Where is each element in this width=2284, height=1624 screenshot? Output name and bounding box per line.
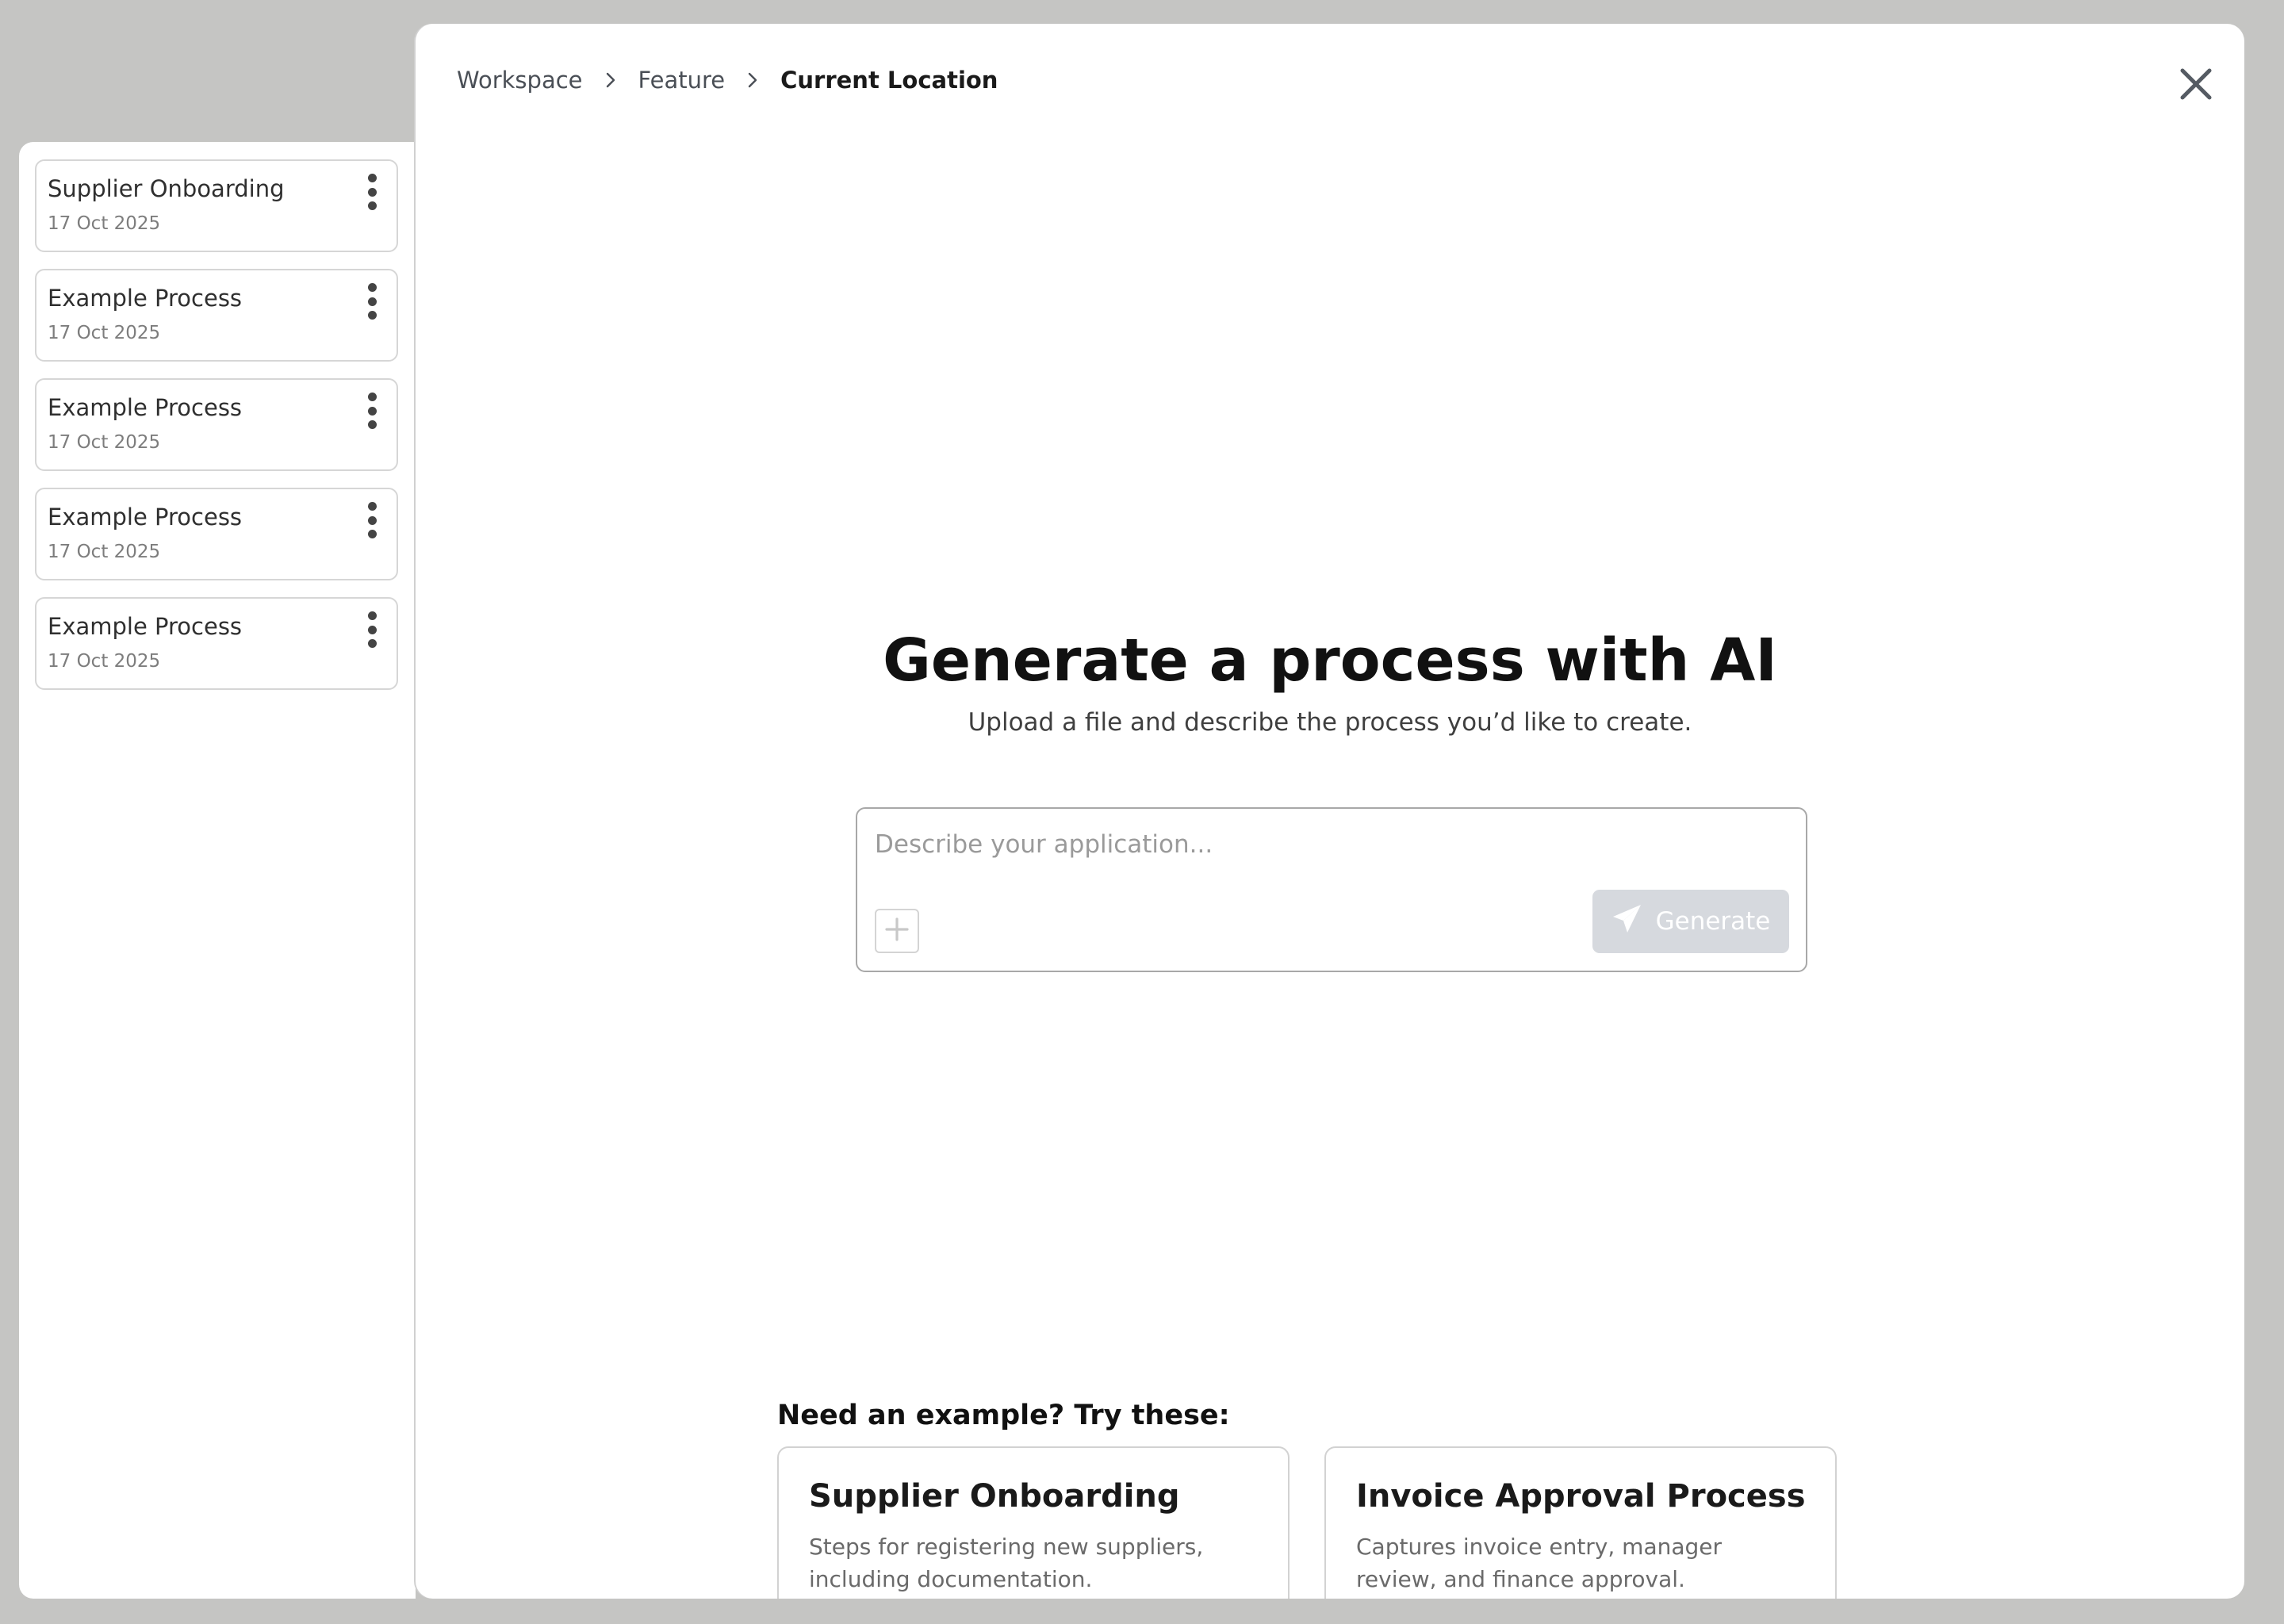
kebab-menu-icon[interactable] — [358, 170, 385, 213]
menu-dot — [367, 639, 377, 648]
menu-dot — [367, 625, 377, 634]
process-item-title: Example Process — [48, 394, 243, 421]
example-card-invoice-approval[interactable]: Invoice Approval Process Captures invoic… — [1324, 1446, 1837, 1599]
menu-dot — [367, 420, 377, 429]
example-card-title: Supplier Onboarding — [809, 1478, 1180, 1515]
process-item-title: Example Process — [48, 285, 243, 312]
plus-icon — [883, 916, 910, 946]
process-list-item[interactable]: Supplier Onboarding 17 Oct 2025 — [35, 159, 398, 252]
process-list-item[interactable]: Example Process 17 Oct 2025 — [35, 597, 398, 690]
breadcrumb-item-workspace[interactable]: Workspace — [457, 67, 583, 94]
menu-dot — [367, 515, 377, 525]
process-item-date: 17 Oct 2025 — [48, 432, 161, 453]
example-card-description: Captures invoice entry, manager review, … — [1356, 1534, 1723, 1592]
example-card-description: Steps for registering new suppliers, inc… — [809, 1534, 1204, 1592]
describe-application-input[interactable] — [875, 825, 1747, 864]
menu-dot — [367, 311, 377, 320]
process-item-date: 17 Oct 2025 — [48, 651, 161, 672]
process-item-title: Supplier Onboarding — [48, 175, 285, 202]
generate-button[interactable]: Generate — [1592, 890, 1789, 953]
menu-dot — [367, 283, 377, 292]
generate-process-modal: Workspace Feature Current Location Gener… — [416, 24, 2244, 1599]
process-sidebar: Supplier Onboarding 17 Oct 2025 Example … — [19, 142, 416, 1599]
generate-button-label: Generate — [1655, 907, 1771, 936]
process-item-date: 17 Oct 2025 — [48, 542, 161, 562]
example-card-supplier-onboarding[interactable]: Supplier Onboarding Steps for registerin… — [777, 1446, 1290, 1599]
add-file-button[interactable] — [875, 909, 919, 953]
process-item-date: 17 Oct 2025 — [48, 213, 161, 234]
menu-dot — [367, 187, 377, 197]
breadcrumb-item-feature[interactable]: Feature — [638, 67, 726, 94]
menu-dot — [367, 393, 377, 401]
kebab-menu-icon[interactable] — [358, 280, 385, 323]
close-icon[interactable] — [2177, 65, 2215, 103]
process-list-item[interactable]: Example Process 17 Oct 2025 — [35, 378, 398, 471]
process-item-date: 17 Oct 2025 — [48, 323, 161, 343]
breadcrumb-item-current: Current Location — [780, 67, 998, 94]
process-item-title: Example Process — [48, 504, 243, 530]
menu-dot — [367, 530, 377, 538]
send-icon — [1611, 902, 1643, 940]
page-title: Generate a process with AI — [883, 626, 1777, 695]
example-card-title: Invoice Approval Process — [1356, 1478, 1806, 1515]
kebab-menu-icon[interactable] — [358, 499, 385, 542]
process-item-title: Example Process — [48, 613, 243, 640]
breadcrumb: Workspace Feature Current Location — [457, 67, 998, 94]
process-list-item[interactable]: Example Process 17 Oct 2025 — [35, 269, 398, 362]
chevron-right-icon — [747, 71, 758, 89]
menu-dot — [367, 297, 377, 306]
menu-dot — [367, 174, 377, 182]
menu-dot — [367, 502, 377, 511]
examples-heading: Need an example? Try these: — [777, 1400, 1230, 1431]
process-list-item[interactable]: Example Process 17 Oct 2025 — [35, 488, 398, 580]
page-subtitle: Upload a file and describe the process y… — [968, 708, 1692, 737]
menu-dot — [367, 406, 377, 416]
menu-dot — [367, 611, 377, 620]
menu-dot — [367, 201, 377, 210]
kebab-menu-icon[interactable] — [358, 608, 385, 651]
prompt-composer: Generate — [856, 807, 1807, 972]
kebab-menu-icon[interactable] — [358, 389, 385, 432]
chevron-right-icon — [605, 71, 616, 89]
